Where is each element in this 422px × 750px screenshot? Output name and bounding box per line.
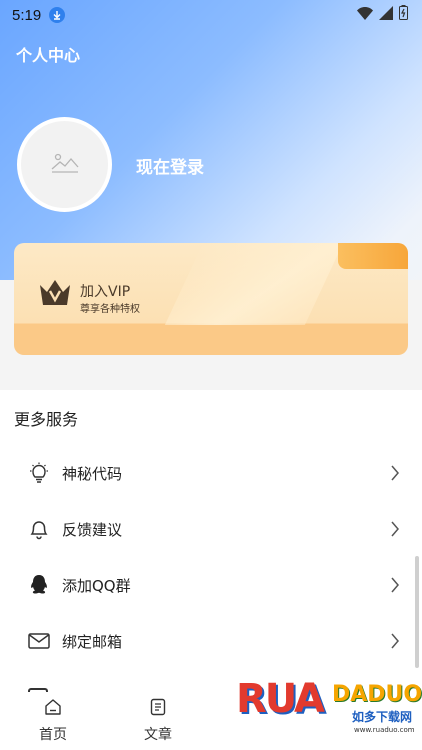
vip-subtitle: 尊享各种特权 [80, 304, 140, 315]
more-services-title: 更多服务 [14, 410, 79, 429]
download-icon [49, 7, 66, 23]
menu-item-secret-code[interactable]: 神秘代码 [0, 445, 422, 501]
menu-label: 添加QQ群 [62, 576, 131, 595]
battery-icon [399, 5, 408, 24]
tab-articles-label: 文章 [144, 727, 172, 743]
article-icon [149, 698, 167, 720]
menu-item-add-qq-group[interactable]: 添加QQ群 [0, 557, 422, 613]
status-time: 5:19 [12, 6, 42, 24]
watermark: RUA DADUO 如多下载网 www.ruaduo.com [236, 676, 422, 746]
vip-card-corner [338, 243, 408, 269]
tab-home[interactable]: 首页 [23, 698, 83, 744]
watermark-logo-2: DADUO [332, 682, 422, 707]
watermark-url: www.ruaduo.com [354, 726, 415, 734]
qq-icon [28, 574, 50, 596]
wifi-icon [357, 6, 373, 24]
scrollbar[interactable] [415, 556, 419, 668]
chevron-right-icon [390, 520, 400, 538]
bell-icon [28, 518, 50, 540]
watermark-text: 如多下载网 [352, 710, 413, 724]
home-icon [44, 699, 62, 720]
image-placeholder-icon [50, 152, 80, 178]
lightbulb-icon [28, 462, 50, 484]
avatar[interactable] [17, 117, 112, 212]
menu-label: 神秘代码 [62, 464, 123, 483]
chevron-right-icon [390, 464, 400, 482]
chevron-right-icon [390, 632, 400, 650]
mail-icon [28, 630, 50, 652]
menu-item-bind-email[interactable]: 绑定邮箱 [0, 613, 422, 669]
page-title: 个人中心 [16, 46, 81, 65]
vip-card-decoration [164, 243, 344, 325]
menu-label: 绑定邮箱 [62, 632, 123, 651]
status-bar: 5:19 [0, 0, 422, 30]
login-link[interactable]: 现在登录 [136, 153, 204, 178]
tab-articles[interactable]: 文章 [128, 698, 188, 744]
menu-item-feedback[interactable]: 反馈建议 [0, 501, 422, 557]
signal-icon [379, 5, 393, 24]
vip-title: 加入VIP [80, 284, 131, 300]
tab-home-label: 首页 [39, 727, 67, 743]
chevron-right-icon [390, 576, 400, 594]
crown-icon [38, 277, 72, 311]
vip-card[interactable]: 加入VIP 尊享各种特权 [14, 243, 408, 355]
watermark-logo: RUA [236, 676, 325, 722]
menu-label: 反馈建议 [62, 520, 123, 539]
